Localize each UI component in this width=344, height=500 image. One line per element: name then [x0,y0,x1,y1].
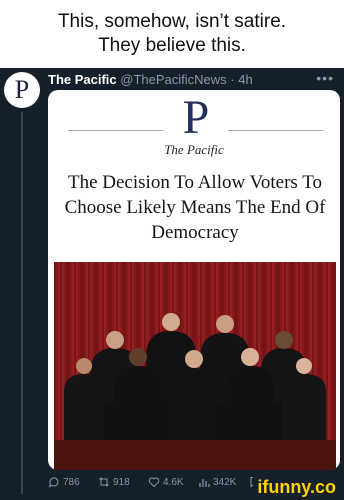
retweet-action[interactable]: 918 [98,476,148,488]
caption-line-1: This, somehow, isn’t satire. [57,11,287,32]
ifunny-watermark: ifunny.co [253,477,340,498]
retweet-icon [99,477,109,487]
tweet[interactable]: P The Pacific @ThePacificNews · 4h ••• P… [0,68,344,500]
tweet-time[interactable]: 4h [238,72,252,87]
like-count: 4.6K [163,476,184,488]
like-action[interactable]: 4.6K [148,476,198,488]
reply-count: 786 [63,476,80,488]
meme-caption: This, somehow, isn’t satire. They believ… [0,0,344,68]
floor [54,440,336,470]
article-card[interactable]: P The Pacific The Decision To Allow Vote… [48,90,340,470]
publication-name: The Pacific [164,142,224,157]
views-action[interactable]: 342K [198,476,248,488]
avatar-logo: P [14,75,30,104]
retweet-count: 918 [113,476,130,488]
group-photo [54,262,336,470]
avatar[interactable]: P [4,72,40,108]
caption-line-2: They believe this. [98,35,246,56]
view-count: 342K [213,476,237,488]
more-horizontal-icon[interactable]: ••• [316,70,334,86]
header-separator: · [226,72,239,87]
logo-rule-right [228,130,323,131]
author-handle[interactable]: @ThePacificNews [120,72,226,87]
logo-rule-left [68,130,163,131]
publication-logo: P [182,91,210,144]
bar-chart-icon [199,479,210,487]
article-headline: The Decision To Allow Voters To Choose L… [64,172,326,243]
reply-action[interactable]: 786 [48,476,98,488]
thread-line [21,112,23,494]
heart-icon [148,477,160,488]
author-name[interactable]: The Pacific [48,72,117,87]
reply-icon [48,477,59,488]
tweet-header: The Pacific @ThePacificNews · 4h [48,72,253,87]
